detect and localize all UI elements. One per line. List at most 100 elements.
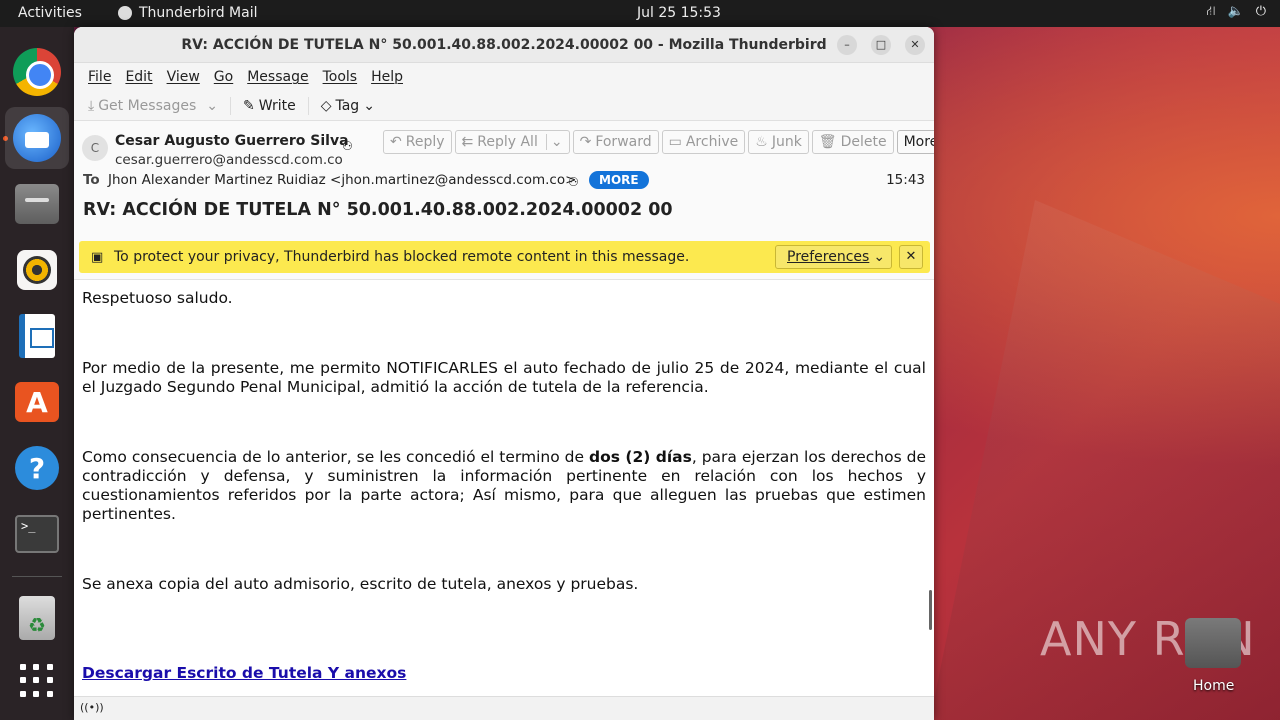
scrollbar[interactable] <box>929 590 932 630</box>
p2-before: Como consecuencia de lo anterior, se les… <box>82 448 589 466</box>
add-contact-icon[interactable]: ⚇ <box>568 175 579 189</box>
dock-rhythmbox[interactable] <box>13 246 61 294</box>
dock-app-center[interactable]: A <box>13 378 61 426</box>
menu-message[interactable]: Message <box>240 69 315 85</box>
files-icon <box>15 184 59 224</box>
get-messages-label: Get Messages <box>98 97 197 114</box>
from-email[interactable]: cesar.guerrero@andesscd.com.co <box>115 152 343 168</box>
top-bar: Activities Thunderbird Mail Jul 25 15:53… <box>0 0 1280 27</box>
message-time: 15:43 <box>886 172 925 188</box>
show-apps-icon <box>20 664 54 698</box>
tag-label: Tag <box>335 97 360 114</box>
pencil-icon: ✎ <box>243 97 255 114</box>
menu-file[interactable]: File <box>81 69 118 85</box>
write-button[interactable]: ✎ Write <box>237 96 302 116</box>
forward-button[interactable]: ↷ Forward <box>572 130 659 154</box>
reply-all-button[interactable]: ⇇ Reply All ⌄ <box>454 130 570 154</box>
activities-button[interactable]: Activities <box>18 5 82 21</box>
window-title: RV: ACCIÓN DE TUTELA N° 50.001.40.88.002… <box>181 37 827 53</box>
dock-terminal[interactable]: >_ <box>13 510 61 558</box>
home-folder-icon[interactable] <box>1185 618 1241 668</box>
archive-button[interactable]: ▭ Archive <box>661 130 746 154</box>
dock-thunderbird[interactable] <box>5 107 69 169</box>
p2-bold: dos (2) días <box>589 448 692 466</box>
to-recipient[interactable]: Jhon Alexander Martinez Ruidiaz <jhon.ma… <box>108 172 576 188</box>
window-titlebar[interactable]: RV: ACCIÓN DE TUTELA N° 50.001.40.88.002… <box>74 27 934 63</box>
privacy-icon: ▣ <box>91 250 104 265</box>
thunderbird-small-icon <box>118 6 132 20</box>
trash-can-icon: 🗑 <box>818 134 837 150</box>
download-link[interactable]: Descargar Escrito de Tutela Y anexos <box>82 664 406 682</box>
junk-button[interactable]: ♨ Junk <box>748 130 809 154</box>
dock-writer[interactable] <box>13 312 61 360</box>
dock-chrome[interactable] <box>13 48 61 96</box>
help-icon: ? <box>15 446 59 490</box>
chevron-down-icon: ⌄ <box>206 97 218 114</box>
message-subject: RV: ACCIÓN DE TUTELA N° 50.001.40.88.002… <box>83 200 673 220</box>
toolbar-separator <box>307 96 309 115</box>
dock-help[interactable]: ? <box>13 444 61 492</box>
message-paragraph-1: Por medio de la presente, me permito NOT… <box>82 359 926 396</box>
reply-icon: ↶ <box>390 134 402 150</box>
delete-button[interactable]: 🗑 Delete <box>811 130 894 154</box>
dock: A ? >_ ♻ <box>0 27 74 720</box>
avatar: C <box>82 135 108 161</box>
header-actions: ↶ Reply ⇇ Reply All ⌄ ↷ Forward ▭ Archive ♨ Ju… <box>383 130 934 154</box>
toolbar-separator <box>230 96 231 115</box>
tag-button[interactable]: ◇ Tag ⌄ <box>315 96 381 116</box>
delete-label: Delete <box>840 134 887 150</box>
message-paragraph-3: Se anexa copia del auto admisorio, escri… <box>82 575 639 593</box>
minimize-button[interactable]: – <box>837 35 857 55</box>
system-tray[interactable]: ⛙ 🔈 ⏻ <box>1206 4 1266 21</box>
status-bar: ((•)) <box>74 696 934 720</box>
archive-icon: ▭ <box>668 134 682 150</box>
get-messages-button[interactable]: ⤓ Get Messages ⌄ <box>82 96 224 116</box>
terminal-icon: >_ <box>15 515 59 553</box>
menu-bar: File Edit View Go Message Tools Help <box>74 63 934 91</box>
reply-button[interactable]: ↶ Reply <box>383 130 452 154</box>
archive-label: Archive <box>685 134 739 150</box>
flame-icon: ♨ <box>755 134 768 150</box>
app-name: Thunderbird Mail <box>139 5 258 21</box>
write-label: Write <box>258 97 296 114</box>
clock[interactable]: Jul 25 15:53 <box>637 5 721 21</box>
chevron-down-icon: ⌄ <box>363 97 375 114</box>
chevron-down-icon: ⌄ <box>873 249 886 265</box>
reply-all-icon: ⇇ <box>461 134 474 150</box>
close-button[interactable]: ✕ <box>905 35 925 55</box>
dock-show-apps[interactable] <box>13 657 61 705</box>
from-name[interactable]: Cesar Augusto Guerrero Silva <box>115 133 349 149</box>
volume-icon: 🔈 <box>1227 4 1244 19</box>
dock-separator <box>12 576 62 577</box>
notice-text: To protect your privacy, Thunderbird has… <box>114 249 690 265</box>
menu-go[interactable]: Go <box>207 69 240 85</box>
menu-edit[interactable]: Edit <box>118 69 159 85</box>
junk-label: Junk <box>771 134 802 150</box>
maximize-button[interactable]: □ <box>871 35 891 55</box>
home-label[interactable]: Home <box>1193 678 1234 694</box>
menu-view[interactable]: View <box>160 69 207 85</box>
preferences-label: Preferences <box>787 249 870 265</box>
preferences-button[interactable]: Preferences ⌄ <box>775 245 893 269</box>
notice-close-button[interactable]: ✕ <box>899 245 923 269</box>
reply-all-label: Reply All <box>477 134 538 150</box>
more-recipients-badge[interactable]: MORE <box>589 171 649 189</box>
writer-icon <box>19 314 55 358</box>
message-greeting: Respetuoso saludo. <box>82 289 233 307</box>
more-label: More <box>903 134 934 150</box>
dock-trash[interactable]: ♻ <box>13 594 61 642</box>
chevron-down-icon: ⌄ <box>545 134 563 150</box>
dock-files[interactable] <box>13 180 61 228</box>
online-status-icon[interactable]: ((•)) <box>80 701 104 714</box>
rhythmbox-icon <box>17 250 57 290</box>
download-icon: ⤓ <box>88 97 95 114</box>
menu-tools[interactable]: Tools <box>316 69 365 85</box>
app-indicator[interactable]: Thunderbird Mail <box>118 5 258 21</box>
more-actions-button[interactable]: More⌄ <box>896 130 934 154</box>
to-label: To <box>83 172 100 188</box>
menu-help[interactable]: Help <box>364 69 410 85</box>
add-contact-icon[interactable]: ⚇ <box>342 139 353 153</box>
remote-content-notice: ▣ To protect your privacy, Thunderbird h… <box>79 241 930 273</box>
app-center-icon: A <box>15 382 59 422</box>
forward-label: Forward <box>595 134 652 150</box>
